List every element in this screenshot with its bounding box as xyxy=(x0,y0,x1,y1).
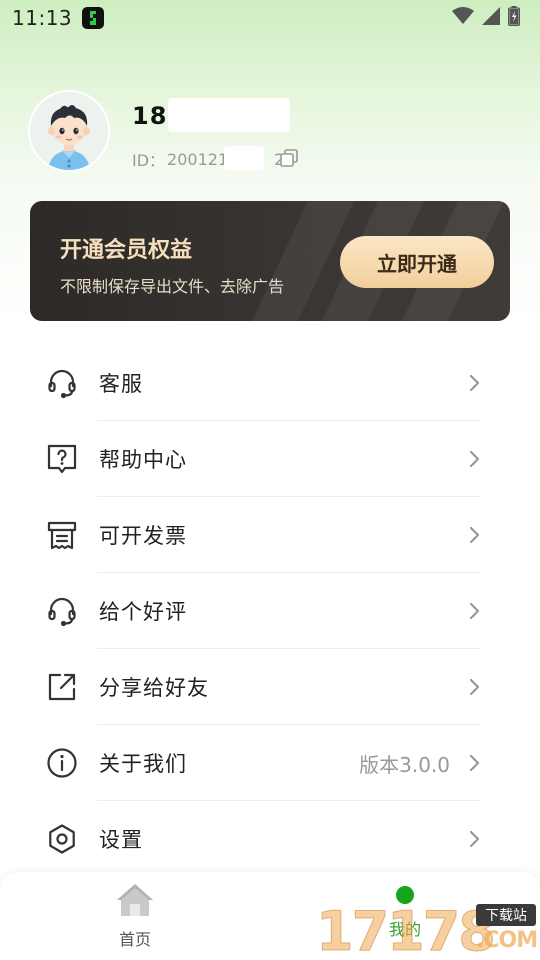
wifi-icon xyxy=(452,7,474,29)
share-icon xyxy=(46,671,78,703)
menu-item-customer-service[interactable]: 客服 xyxy=(0,345,540,421)
menu-item-settings[interactable]: 设置 xyxy=(0,801,540,877)
watermark-badge: 下载站 xyxy=(476,904,536,926)
help-icon xyxy=(46,443,78,475)
menu-item-rate-us[interactable]: 给个好评 xyxy=(0,573,540,649)
watermark: 17178 下载站 .COM xyxy=(316,900,540,960)
nav-tab-home-label: 首页 xyxy=(118,930,151,949)
headset-icon xyxy=(46,595,78,627)
copy-icon[interactable] xyxy=(280,149,298,167)
chevron-right-icon xyxy=(466,602,482,620)
home-icon xyxy=(115,882,155,922)
settings-icon xyxy=(46,823,78,855)
menu-item-label: 帮助中心 xyxy=(99,448,187,472)
watermark-domain: .COM xyxy=(476,928,538,953)
chevron-right-icon xyxy=(466,830,482,848)
nav-tab-home[interactable]: 首页 xyxy=(100,882,170,956)
status-bar: 11:13 xyxy=(0,0,540,36)
menu-item-about[interactable]: 关于我们 版本3.0.0 xyxy=(0,725,540,801)
headset-icon xyxy=(46,367,78,399)
id-redaction xyxy=(224,146,264,170)
open-vip-button[interactable]: 立即开通 xyxy=(340,236,494,288)
chevron-right-icon xyxy=(466,526,482,544)
menu-item-help-center[interactable]: 帮助中心 xyxy=(0,421,540,497)
menu-item-label: 客服 xyxy=(99,372,143,396)
vip-card[interactable]: 开通会员权益 不限制保存导出文件、去除广告 立即开通 xyxy=(30,201,510,321)
menu-list: 客服 帮助中心 可开发票 给个好评 分享给好友 关于我们 版本3.0.0 设置 xyxy=(0,345,540,877)
invoice-icon xyxy=(46,519,78,551)
chevron-right-icon xyxy=(466,754,482,772)
signal-icon xyxy=(482,7,500,29)
phone-redaction xyxy=(168,98,290,132)
user-id-prefix: 200121 xyxy=(167,149,229,169)
menu-item-label: 分享给好友 xyxy=(99,676,209,700)
menu-item-label: 关于我们 xyxy=(99,752,187,776)
menu-item-label: 给个好评 xyxy=(99,600,187,624)
menu-item-invoice[interactable]: 可开发票 xyxy=(0,497,540,573)
menu-item-label: 可开发票 xyxy=(99,524,187,548)
vip-subtitle: 不限制保存导出文件、去除广告 xyxy=(60,277,285,296)
chevron-right-icon xyxy=(466,450,482,468)
watermark-digits: 17178 xyxy=(316,900,497,960)
chevron-right-icon xyxy=(466,678,482,696)
info-icon xyxy=(46,747,78,779)
avatar[interactable] xyxy=(30,92,108,170)
chevron-right-icon xyxy=(466,374,482,392)
menu-item-label: 设置 xyxy=(99,828,143,852)
user-id-label: ID： xyxy=(132,151,166,170)
battery-icon xyxy=(507,6,521,30)
app-notification-icon xyxy=(82,7,105,29)
menu-item-share[interactable]: 分享给好友 xyxy=(0,649,540,725)
vip-title: 开通会员权益 xyxy=(60,238,193,263)
status-time: 11:13 xyxy=(12,6,73,30)
app-version: 版本3.0.0 xyxy=(359,752,450,777)
